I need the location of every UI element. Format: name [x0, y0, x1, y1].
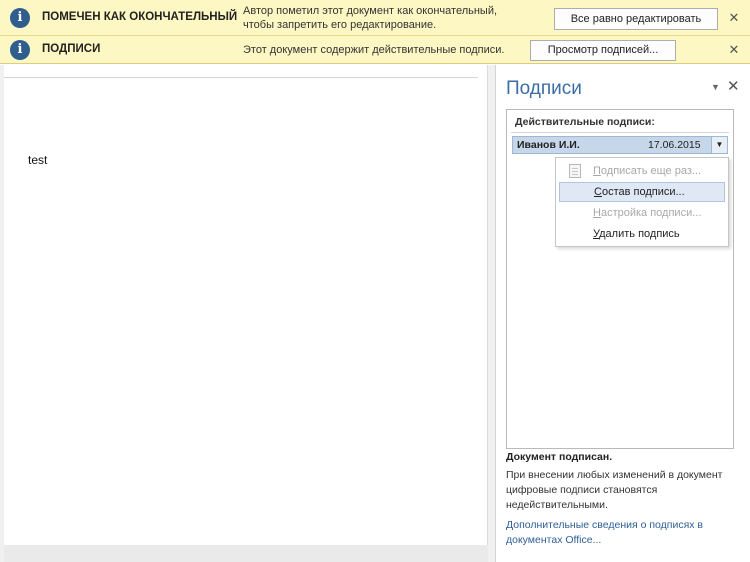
message-bar-title: ПОМЕЧЕН КАК ОКОНЧАТЕЛЬНЫЙ [42, 11, 238, 23]
valid-signatures-header: Действительные подписи: [515, 116, 655, 128]
message-bar-text: Этот документ содержит действительные по… [243, 44, 505, 56]
info-icon: i [10, 8, 30, 28]
status-description: При внесении любых изменений в документ … [506, 469, 723, 511]
signature-row[interactable]: Иванов И.И. 17.06.2015 ▼ [512, 136, 728, 154]
signer-name: Иванов И.И. [517, 139, 580, 151]
signature-context-menu: Подписать еще раз... Состав подписи... Н… [555, 157, 729, 247]
chevron-down-icon[interactable]: ▼ [711, 137, 727, 153]
ruler-line [4, 77, 478, 78]
close-icon[interactable]: ✕ [727, 42, 741, 58]
menu-item-signature-details[interactable]: Состав подписи... [559, 182, 725, 202]
chevron-down-icon[interactable]: ▼ [711, 82, 720, 92]
menu-item-remove-signature[interactable]: Удалить подпись [559, 224, 725, 244]
document-scroll-area [4, 545, 488, 562]
menu-item-accelerator: С [594, 186, 602, 198]
pane-title: Подписи [506, 78, 582, 99]
sign-document-icon [569, 164, 581, 178]
menu-item-label: одписать еще раз... [600, 165, 702, 177]
close-icon[interactable]: ✕ [727, 10, 741, 26]
menu-item-label: далить подпись [599, 228, 680, 240]
menu-item-accelerator: Н [593, 207, 601, 219]
more-info-link[interactable]: Дополнительные сведения о подписях в док… [506, 518, 734, 548]
menu-item-accelerator: П [593, 165, 601, 177]
menu-item-label: остав подписи... [601, 186, 685, 198]
menu-item-sign-again[interactable]: Подписать еще раз... [559, 161, 725, 181]
signature-date: 17.06.2015 [648, 139, 701, 151]
document-page[interactable]: test [4, 65, 488, 545]
message-bar-title: ПОДПИСИ [42, 43, 101, 55]
status-title: Документ подписан. [506, 451, 613, 463]
workspace: test Подписи ▼ ✕ Действительные подписи:… [0, 65, 750, 562]
edit-anyway-button[interactable]: Все равно редактировать [554, 8, 718, 30]
menu-item-signature-setup[interactable]: Настройка подписи... [559, 203, 725, 223]
view-signatures-button[interactable]: Просмотр подписей... [530, 40, 676, 61]
message-bar-signatures: i ПОДПИСИ Этот документ содержит действи… [0, 36, 750, 64]
menu-item-label: астройка подписи... [600, 207, 702, 219]
signatures-pane: Подписи ▼ ✕ Действительные подписи: Иван… [495, 65, 750, 562]
divider [511, 132, 729, 133]
close-icon[interactable]: ✕ [727, 77, 740, 95]
info-icon: i [10, 40, 30, 60]
message-bar-final: i ПОМЕЧЕН КАК ОКОНЧАТЕЛЬНЫЙ Автор помети… [0, 0, 750, 36]
document-text[interactable]: test [28, 153, 47, 167]
message-bar-text: Автор пометил этот документ как окончате… [243, 5, 498, 31]
